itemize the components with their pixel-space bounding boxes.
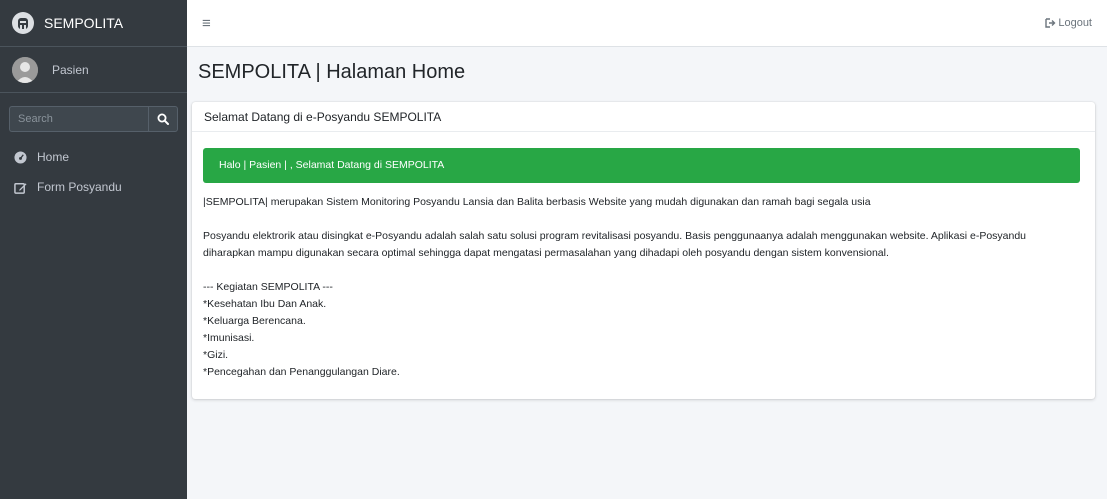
tachometer-icon	[14, 150, 28, 164]
top-navbar: ≡ Logout	[187, 0, 1107, 47]
activity-item: *Keluarga Berencana.	[203, 315, 306, 327]
sidebar-item-form-posyandu[interactable]: Form Posyandu	[0, 172, 187, 202]
welcome-card: Selamat Datang di e-Posyandu SEMPOLITA H…	[192, 102, 1095, 399]
sidebar-item-label: Home	[37, 150, 70, 164]
user-panel[interactable]: Pasien	[0, 47, 187, 93]
user-name: Pasien	[52, 62, 89, 77]
activity-item: *Pencegahan dan Penanggulangan Diare.	[203, 366, 400, 378]
sidebar-search	[9, 106, 178, 132]
sidebar: SEMPOLITA Pasien Home	[0, 0, 187, 499]
activity-item: *Gizi.	[203, 349, 229, 361]
logout-label: Logout	[1058, 17, 1092, 29]
page-title: SEMPOLITA | Halaman Home	[198, 61, 466, 83]
menu-toggle-icon[interactable]: ≡	[202, 15, 211, 32]
brand-name: SEMPOLITA	[44, 15, 124, 31]
activity-item: *Imunisasi.	[203, 332, 255, 344]
card-body: Halo | Pasien | , Selamat Datang di SEMP…	[192, 132, 1095, 381]
description-paragraph: Posyandu elektrorik atau disingkat e-Pos…	[203, 228, 1080, 262]
edit-icon	[14, 181, 28, 194]
description-line: diharapkan mampu digunakan secara optima…	[203, 247, 889, 259]
card-header: Selamat Datang di e-Posyandu SEMPOLITA	[192, 102, 1095, 132]
search-button[interactable]	[148, 106, 178, 132]
sign-out-icon	[1045, 18, 1056, 28]
welcome-alert: Halo | Pasien | , Selamat Datang di SEMP…	[203, 148, 1080, 183]
avatar	[12, 56, 38, 83]
brand-link[interactable]: SEMPOLITA	[0, 0, 187, 47]
intro-paragraph: |SEMPOLITA| merupakan Sistem Monitoring …	[203, 196, 871, 208]
logout-link[interactable]: Logout	[1045, 17, 1092, 29]
sidebar-item-home[interactable]: Home	[0, 142, 187, 172]
content-wrapper: SEMPOLITA | Halaman Home Selamat Datang …	[187, 47, 1107, 499]
search-icon	[157, 113, 169, 125]
brand-logo-icon	[12, 12, 34, 34]
activity-item: *Kesehatan Ibu Dan Anak.	[203, 298, 327, 310]
activities-title: --- Kegiatan SEMPOLITA ---	[203, 281, 333, 293]
sidebar-item-label: Form Posyandu	[37, 180, 122, 194]
search-input[interactable]	[9, 106, 148, 132]
description-line: Posyandu elektrorik atau disingkat e-Pos…	[203, 230, 1027, 242]
